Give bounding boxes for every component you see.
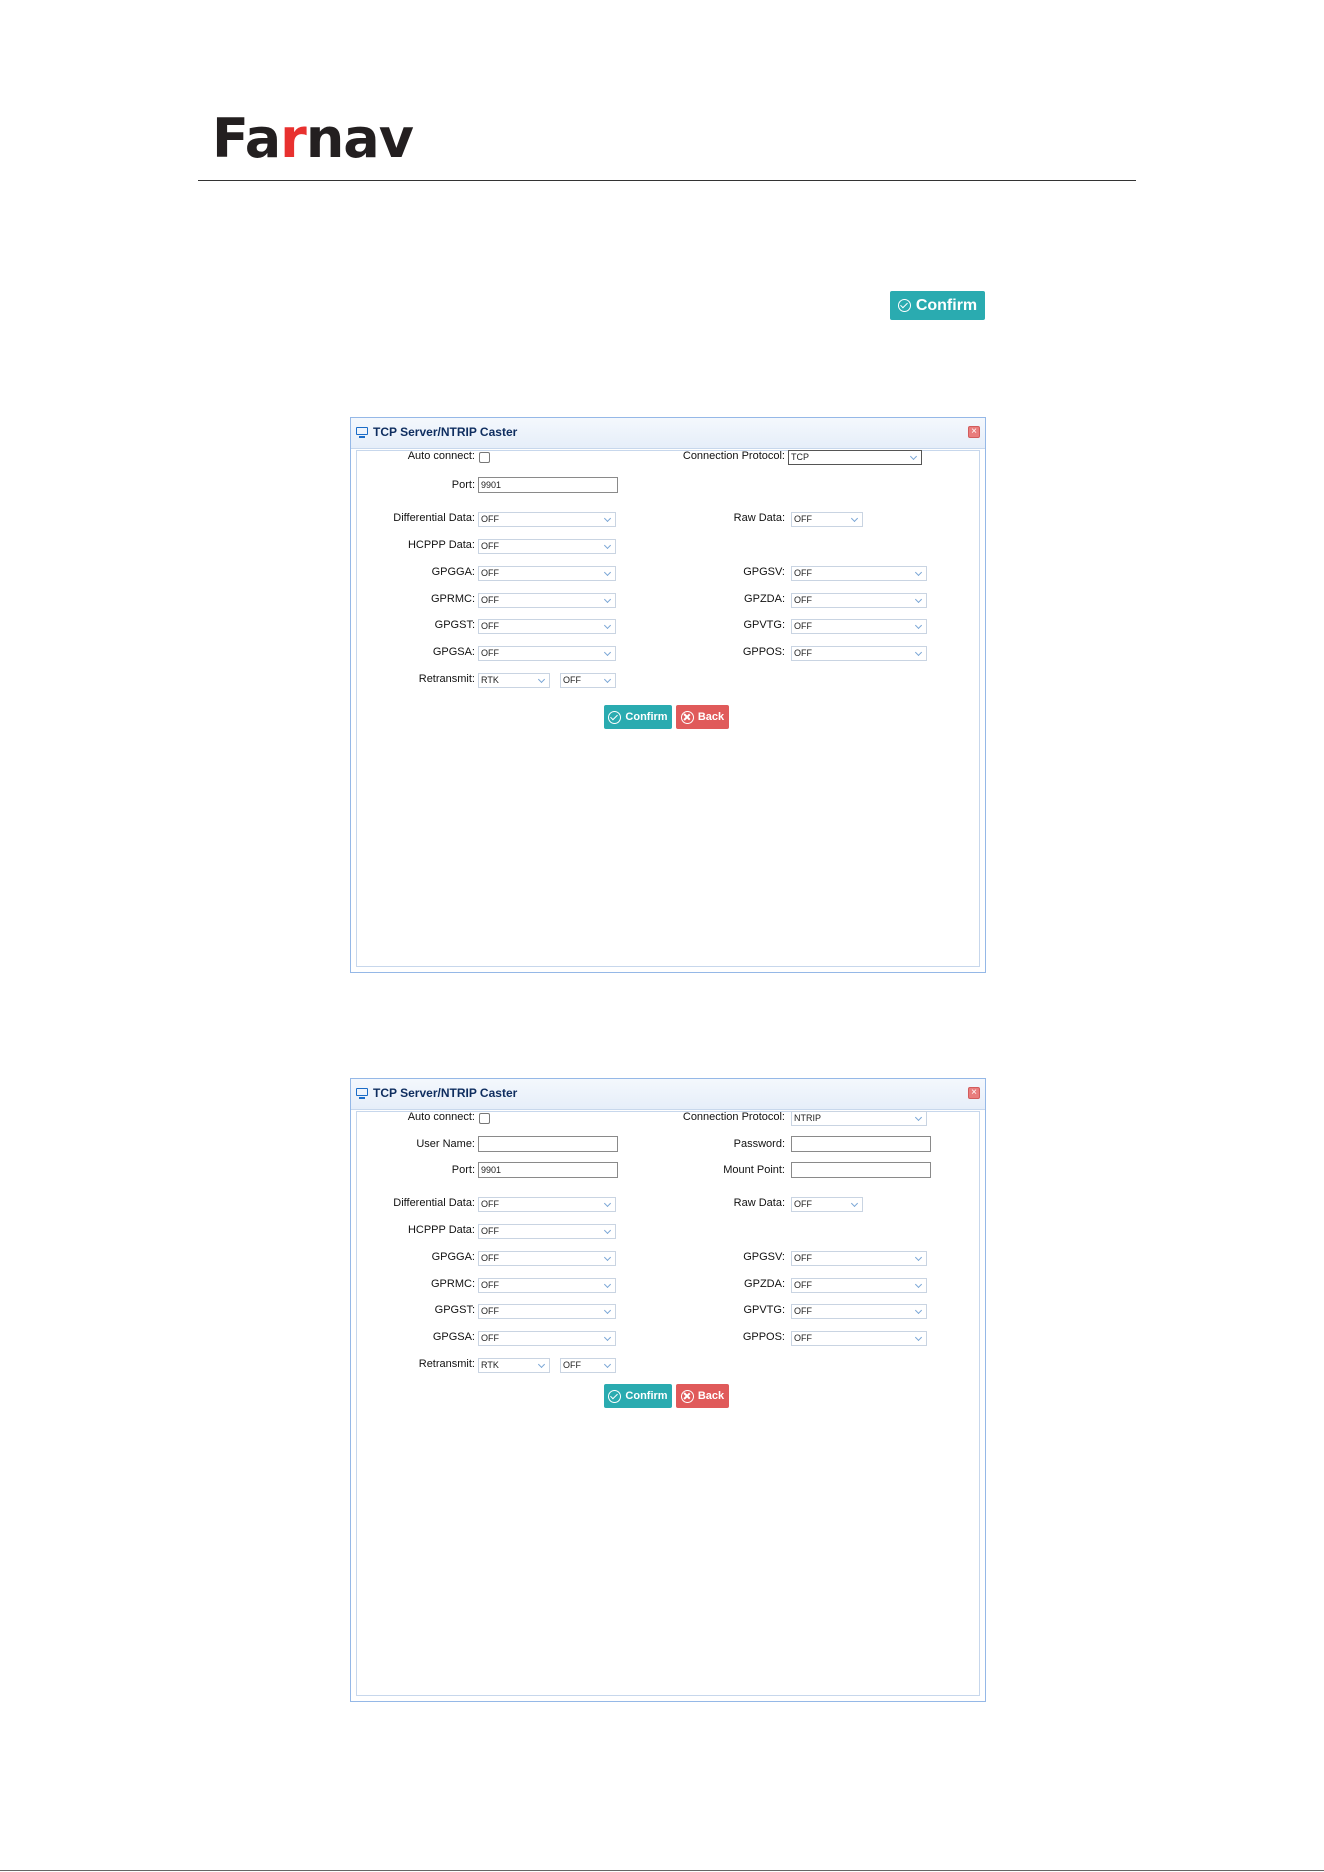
differential-data-label: Differential Data:: [393, 1197, 475, 1209]
confirm-button[interactable]: Confirm: [604, 705, 672, 729]
gprmc-select[interactable]: OFF: [478, 593, 616, 608]
auto-connect-checkbox[interactable]: [479, 1113, 490, 1124]
gpvtg-label: GPVTG:: [743, 1304, 785, 1316]
gpgst-label: GPGST:: [434, 1304, 475, 1316]
protocol-select[interactable]: NTRIP: [791, 1111, 927, 1126]
gpvtg-select[interactable]: OFF: [791, 619, 927, 634]
gpgsa-label: GPGSA:: [432, 646, 475, 658]
password-input[interactable]: [791, 1136, 931, 1152]
logo-text-3: nav: [305, 107, 414, 170]
back-label: Back: [697, 1390, 725, 1402]
close-icon[interactable]: ×: [968, 1087, 980, 1099]
mount-point-input[interactable]: [791, 1162, 931, 1178]
tcp-server-dialog-ntrip: TCP Server/NTRIP Caster × Auto connect: …: [350, 1078, 986, 1702]
dialog-header: TCP Server/NTRIP Caster ×: [351, 418, 985, 449]
logo-text-1: Fa: [212, 107, 281, 170]
gpgsa-select[interactable]: OFF: [478, 1331, 616, 1346]
gpgsv-select[interactable]: OFF: [791, 1251, 927, 1266]
check-circle-icon: [897, 299, 911, 312]
gpzda-select[interactable]: OFF: [791, 1278, 927, 1293]
gppos-label: GPPOS:: [742, 1331, 785, 1343]
protocol-label: Connection Protocol:: [682, 450, 785, 462]
raw-data-select[interactable]: OFF: [791, 1197, 863, 1212]
gppos-label: GPPOS:: [742, 646, 785, 658]
dialog-title: TCP Server/NTRIP Caster: [373, 425, 518, 439]
gpgst-select[interactable]: OFF: [478, 619, 616, 634]
retransmit-mode-select[interactable]: RTK: [478, 1358, 550, 1373]
confirm-label: Confirm: [625, 711, 668, 723]
confirm-button-illustration[interactable]: Confirm: [890, 291, 985, 320]
gpgsa-label: GPGSA:: [432, 1331, 475, 1343]
gpzda-label: GPZDA:: [744, 1278, 785, 1290]
raw-data-label: Raw Data:: [733, 512, 785, 524]
gpzda-label: GPZDA:: [744, 593, 785, 605]
gppos-select[interactable]: OFF: [791, 1331, 927, 1346]
back-label: Back: [697, 711, 725, 723]
x-circle-icon: [680, 710, 694, 724]
gppos-select[interactable]: OFF: [791, 646, 927, 661]
retransmit-state-select[interactable]: OFF: [560, 1358, 616, 1373]
gpgga-select[interactable]: OFF: [478, 566, 616, 581]
retransmit-mode-select[interactable]: RTK: [478, 673, 550, 688]
gpvtg-label: GPVTG:: [743, 619, 785, 631]
username-label: User Name:: [416, 1138, 475, 1150]
check-circle-icon: [608, 710, 622, 724]
username-input[interactable]: [478, 1136, 618, 1152]
gpgsa-select[interactable]: OFF: [478, 646, 616, 661]
farnav-logo: Farnav: [212, 112, 414, 166]
gpvtg-select[interactable]: OFF: [791, 1304, 927, 1319]
gpzda-select[interactable]: OFF: [791, 593, 927, 608]
tcp-server-dialog-tcp: TCP Server/NTRIP Caster × Auto connect: …: [350, 417, 986, 973]
dialog-header: TCP Server/NTRIP Caster ×: [351, 1079, 985, 1110]
gpgsv-label: GPGSV:: [743, 1251, 785, 1263]
hcppp-data-label: HCPPP Data:: [407, 1224, 475, 1236]
hcppp-data-label: HCPPP Data:: [407, 539, 475, 551]
port-input[interactable]: 9901: [478, 477, 618, 493]
monitor-icon: [356, 427, 368, 438]
port-label: Port:: [451, 1164, 475, 1176]
retransmit-label: Retransmit:: [418, 1358, 475, 1370]
hcppp-data-select[interactable]: OFF: [478, 539, 616, 554]
port-input[interactable]: 9901: [478, 1162, 618, 1178]
back-button[interactable]: Back: [676, 1384, 729, 1408]
check-circle-icon: [608, 1389, 622, 1403]
footer-divider: [0, 1870, 1324, 1871]
protocol-label: Connection Protocol:: [682, 1111, 785, 1123]
differential-data-select[interactable]: OFF: [478, 1197, 616, 1212]
password-label: Password:: [733, 1138, 785, 1150]
gprmc-select[interactable]: OFF: [478, 1278, 616, 1293]
x-circle-icon: [680, 1389, 694, 1403]
dialog-title: TCP Server/NTRIP Caster: [373, 1086, 518, 1100]
gpgst-select[interactable]: OFF: [478, 1304, 616, 1319]
gpgga-select[interactable]: OFF: [478, 1251, 616, 1266]
retransmit-label: Retransmit:: [418, 673, 475, 685]
close-icon[interactable]: ×: [968, 426, 980, 438]
protocol-select[interactable]: TCP: [788, 450, 922, 465]
confirm-label: Confirm: [915, 296, 978, 314]
raw-data-select[interactable]: OFF: [791, 512, 863, 527]
header-divider: [198, 180, 1136, 181]
gpgga-label: GPGGA:: [431, 566, 475, 578]
hcppp-data-select[interactable]: OFF: [478, 1224, 616, 1239]
monitor-icon: [356, 1088, 368, 1099]
raw-data-label: Raw Data:: [733, 1197, 785, 1209]
gprmc-label: GPRMC:: [431, 1278, 475, 1290]
auto-connect-label: Auto connect:: [407, 1111, 475, 1123]
gpgsv-select[interactable]: OFF: [791, 566, 927, 581]
confirm-button[interactable]: Confirm: [604, 1384, 672, 1408]
gprmc-label: GPRMC:: [431, 593, 475, 605]
retransmit-state-select[interactable]: OFF: [560, 673, 616, 688]
gpgst-label: GPGST:: [434, 619, 475, 631]
back-button[interactable]: Back: [676, 705, 729, 729]
mount-point-label: Mount Point:: [723, 1164, 785, 1176]
auto-connect-checkbox[interactable]: [479, 452, 490, 463]
gpgsv-label: GPGSV:: [743, 566, 785, 578]
auto-connect-label: Auto connect:: [407, 450, 475, 462]
port-label: Port:: [451, 479, 475, 491]
differential-data-select[interactable]: OFF: [478, 512, 616, 527]
confirm-label: Confirm: [625, 1390, 668, 1402]
logo-text-2: r: [280, 107, 307, 170]
differential-data-label: Differential Data:: [393, 512, 475, 524]
gpgga-label: GPGGA:: [431, 1251, 475, 1263]
